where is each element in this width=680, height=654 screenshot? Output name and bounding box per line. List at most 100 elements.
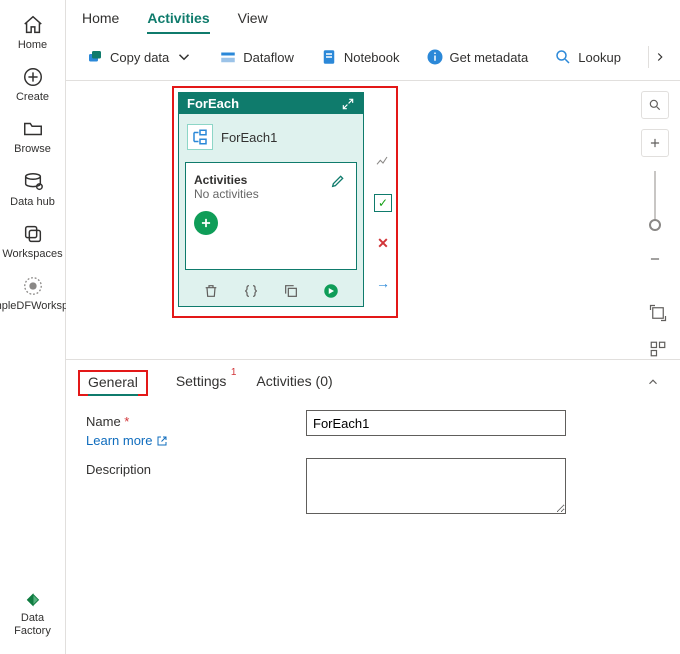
search-icon xyxy=(648,98,662,112)
plus-icon xyxy=(648,136,662,150)
workspaces-icon xyxy=(22,223,44,245)
copy-icon xyxy=(283,283,299,299)
run-button[interactable] xyxy=(322,282,340,300)
copy-data-button[interactable]: Copy data xyxy=(76,42,203,72)
sidebar-item-label: Workspaces xyxy=(2,248,62,261)
get-metadata-button[interactable]: Get metadata xyxy=(416,42,539,72)
toolbar-label: Notebook xyxy=(344,50,400,65)
search-icon xyxy=(554,48,572,66)
layout-icon xyxy=(649,340,667,358)
status-chart-icon[interactable] xyxy=(374,152,392,170)
card-footer xyxy=(179,276,363,306)
sidebar-item-home[interactable]: Home xyxy=(2,8,64,60)
canvas-search-button[interactable] xyxy=(641,91,669,119)
toolbar-label: Copy data xyxy=(110,50,169,65)
card-activities-empty: No activities xyxy=(194,187,348,201)
chevron-up-icon xyxy=(646,375,660,389)
zoom-controls xyxy=(640,91,670,273)
status-success-icon[interactable]: ✓ xyxy=(374,194,392,212)
status-skip-icon[interactable]: → xyxy=(374,274,392,292)
chevron-down-icon xyxy=(175,48,193,66)
toolbar-overflow-button[interactable] xyxy=(648,46,670,68)
workspace-dotted-icon xyxy=(22,275,44,297)
clone-button[interactable] xyxy=(282,282,300,300)
sidebar-item-browse[interactable]: Browse xyxy=(2,112,64,164)
top-tabs: Home Activities View xyxy=(66,0,680,34)
name-label: Name xyxy=(86,414,306,429)
braces-button[interactable] xyxy=(242,282,260,300)
plus-circle-icon xyxy=(22,66,44,88)
canvas[interactable]: ForEach ForEach1 Activities No activitie… xyxy=(66,81,680,359)
foreach-icon xyxy=(187,124,213,150)
toolbar-label: Get metadata xyxy=(450,50,529,65)
add-activity-button[interactable] xyxy=(194,211,218,235)
card-name-row: ForEach1 xyxy=(179,114,363,162)
folder-icon xyxy=(22,118,44,140)
arrow-circle-icon xyxy=(322,282,340,300)
card-activities-box: Activities No activities xyxy=(185,162,357,270)
lookup-button[interactable]: Lookup xyxy=(544,42,631,72)
card-activities-title: Activities xyxy=(194,173,348,187)
zoom-slider[interactable] xyxy=(654,171,656,231)
status-fail-icon[interactable]: ✕ xyxy=(374,234,392,252)
sidebar-item-data-hub[interactable]: Data hub xyxy=(2,165,64,217)
braces-icon xyxy=(243,283,259,299)
card-type-label: ForEach xyxy=(187,96,239,111)
sidebar-item-sample-workspace[interactable]: SampleDFWorkspace xyxy=(2,269,64,321)
card-header: ForEach xyxy=(179,93,363,114)
sidebar-item-label: Home xyxy=(18,39,47,52)
zoom-out-button[interactable] xyxy=(641,245,669,273)
name-input[interactable] xyxy=(306,410,566,436)
sidebar-item-workspaces[interactable]: Workspaces xyxy=(2,217,64,269)
sidebar-item-label: Browse xyxy=(14,143,51,156)
properties-tabs: General Settings 1 Activities (0) xyxy=(66,360,680,396)
properties-tab-activities[interactable]: Activities (0) xyxy=(254,371,334,395)
main-area: Home Activities View Copy data Dataflow … xyxy=(66,0,680,654)
foreach-activity-card[interactable]: ForEach ForEach1 Activities No activitie… xyxy=(178,92,364,307)
learn-more-link[interactable]: Learn more xyxy=(86,433,168,448)
delete-button[interactable] xyxy=(202,282,220,300)
expand-icon[interactable] xyxy=(341,97,355,111)
sidebar-item-data-factory[interactable]: Data Factory xyxy=(2,581,64,646)
fit-screen-button[interactable] xyxy=(646,301,670,325)
zoom-in-button[interactable] xyxy=(641,129,669,157)
sidebar-item-label: Data hub xyxy=(10,196,55,209)
auto-layout-button[interactable] xyxy=(646,337,670,361)
pencil-icon xyxy=(330,173,346,189)
data-factory-icon xyxy=(22,587,44,609)
card-name-text: ForEach1 xyxy=(221,130,277,145)
sidebar-item-label: Create xyxy=(16,91,49,104)
left-sidebar: Home Create Browse Data hub Workspaces S… xyxy=(0,0,66,654)
notebook-button[interactable]: Notebook xyxy=(310,42,410,72)
external-link-icon xyxy=(156,435,168,447)
minus-icon xyxy=(648,252,662,266)
copy-data-icon xyxy=(86,48,104,66)
description-input[interactable] xyxy=(306,458,566,514)
chevron-right-icon xyxy=(653,50,667,64)
edit-activities-button[interactable] xyxy=(328,171,348,191)
sidebar-item-label: Data Factory xyxy=(4,612,62,638)
notebook-icon xyxy=(320,48,338,66)
sidebar-item-create[interactable]: Create xyxy=(2,60,64,112)
properties-tab-settings[interactable]: Settings 1 xyxy=(174,371,229,395)
tab-view[interactable]: View xyxy=(238,6,268,34)
settings-badge: 1 xyxy=(231,367,237,378)
tab-activities[interactable]: Activities xyxy=(147,6,209,34)
properties-form: Name Learn more Description xyxy=(66,396,680,541)
collapse-panel-button[interactable] xyxy=(646,375,660,392)
dataflow-icon xyxy=(219,48,237,66)
tab-label: Settings xyxy=(176,373,227,389)
selection-outline: ForEach ForEach1 Activities No activitie… xyxy=(172,86,398,318)
plus-icon xyxy=(199,216,213,230)
database-icon xyxy=(22,171,44,193)
info-icon xyxy=(426,48,444,66)
toolbar: Copy data Dataflow Notebook Get metadata… xyxy=(66,34,680,81)
tab-home[interactable]: Home xyxy=(82,6,119,34)
properties-tab-general[interactable]: General xyxy=(78,370,148,396)
description-label: Description xyxy=(86,462,306,477)
learn-more-text: Learn more xyxy=(86,433,152,448)
dataflow-button[interactable]: Dataflow xyxy=(209,42,304,72)
trash-icon xyxy=(203,283,219,299)
zoom-handle[interactable] xyxy=(649,219,661,231)
toolbar-label: Dataflow xyxy=(243,50,294,65)
